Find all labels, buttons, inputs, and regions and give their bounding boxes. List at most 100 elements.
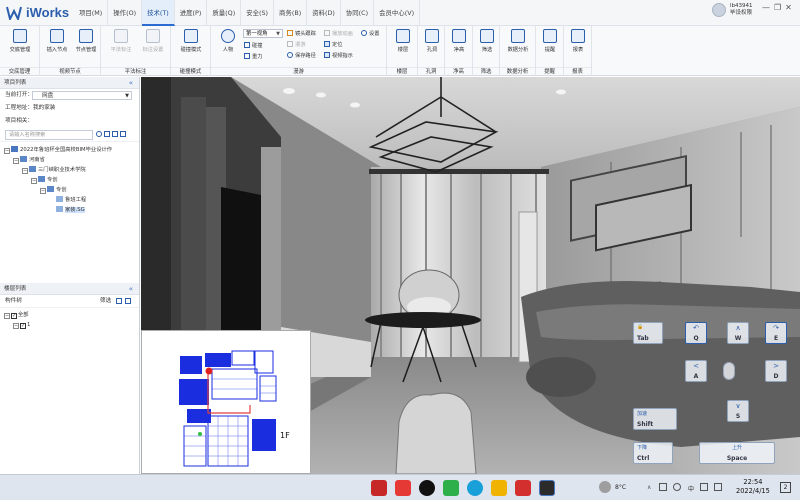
mini-map[interactable]: 1F [141,330,311,474]
folder-icon[interactable] [491,480,507,496]
tree-toggle-icon[interactable]: − [4,313,10,319]
locate-button[interactable]: 定位 [324,41,342,48]
video-indicator-button[interactable]: 视频指示 [324,52,353,59]
tree-toggle-icon[interactable]: − [31,178,37,184]
network-icon[interactable] [659,483,667,491]
plan-annotation-button[interactable]: 平法标注 [106,29,136,53]
a-key[interactable]: < A [685,360,707,382]
wps-icon[interactable] [395,480,411,496]
menu-tab-4[interactable]: 质量(Q) [207,0,242,26]
node-manage-button[interactable]: 节点管理 [71,29,101,53]
camera-track-button[interactable]: 镜头跟踪 [287,30,316,37]
save-path-button[interactable]: 保存路径 [287,52,316,59]
collision-checkbox[interactable]: 碰撞 [244,42,262,49]
avatar[interactable] [712,3,726,17]
expand-all-icon[interactable] [116,298,122,304]
project-search-input[interactable]: 请输入名称搜索 [5,130,93,140]
tree-node[interactable]: − 专创 [0,175,139,185]
menu-tab-5[interactable]: 安全(S) [241,0,275,26]
layer-filter-button[interactable]: 筛选 [100,295,111,308]
tree-toggle-icon[interactable]: − [13,323,19,329]
tree-toggle-icon[interactable]: − [40,188,46,194]
tree-node[interactable]: 家装.SG [0,205,139,215]
security-icon[interactable] [714,483,722,491]
tree-toggle-icon[interactable]: − [4,148,10,154]
space-key[interactable]: 上升 Space [699,442,775,464]
collapse-icon[interactable]: « [129,283,133,295]
collapse-all-icon[interactable] [120,131,126,137]
checkbox-icon[interactable]: ✓ [11,313,17,319]
tree-toggle-icon[interactable]: − [22,168,28,174]
volume-icon[interactable] [673,483,681,491]
tree-node[interactable]: − 2022年鲁班杯全国高校BIM毕业设计作 [0,145,139,155]
tree-node[interactable]: − 河南省 [0,155,139,165]
annotation-settings-button[interactable]: 标注设置 [138,29,168,53]
filter-button[interactable]: 筛选 [472,29,502,53]
qq-icon[interactable] [419,480,435,496]
tab-key[interactable]: 🔒 Tab [633,322,663,344]
roam-button[interactable]: 漫游 [287,41,305,48]
notification-badge[interactable]: 2 [780,482,791,493]
settings-icon[interactable] [104,131,110,137]
menu-tab-1[interactable]: 操作(O) [108,0,143,26]
d-key[interactable]: > D [765,360,787,382]
open-location-select[interactable]: 网盘 ▼ [32,91,132,100]
insert-node-button[interactable]: 插入节点 [42,29,72,53]
checkbox-icon[interactable]: ✓ [20,323,26,329]
collision-mode-button[interactable]: 碰撞模式 [176,29,206,53]
menu-tab-9[interactable]: 会员中心(V) [374,0,421,26]
folder-icon [11,146,18,152]
folder-icon [38,176,45,182]
ctrl-key[interactable]: 下降 Ctrl [633,442,673,464]
collapse-all-icon[interactable] [125,298,131,304]
chevron-up-icon[interactable]: ∧ [647,484,651,491]
weather-icon[interactable] [599,481,611,493]
collapse-icon[interactable]: « [129,77,133,89]
tree-toggle-icon[interactable]: − [13,158,19,164]
disclosure-manage-button[interactable]: 交底管理 [5,29,35,53]
tree-node[interactable]: 鲁班工程 [0,195,139,205]
refresh-icon[interactable] [96,131,102,137]
3d-viewport[interactable]: 1F 🔒 Tab ↶ Q ∧ W ↷ E < A > D 加速 Shift ∨ … [141,77,800,474]
menu-tab-7[interactable]: 资料(D) [307,0,341,26]
maximize-icon[interactable]: ❐ [774,3,781,12]
menu-tab-8[interactable]: 协同(C) [341,0,375,26]
view-select[interactable]: 第一视角 ▼ [243,29,283,38]
reminder-button[interactable]: 提醒 [535,29,565,53]
layer-node[interactable]: − ✓ 1 [0,320,139,330]
data-analysis-button[interactable]: 数据分析 [503,29,533,53]
user-box[interactable]: lb43941 毕设权限 [712,3,753,17]
clock[interactable]: 22:54 2022/4/15 [736,478,770,496]
report-button[interactable]: 报表 [563,29,593,53]
q-key[interactable]: ↶ Q [685,322,707,344]
tree-node[interactable]: − 三门峡职业技术学院 [0,165,139,175]
expand-all-icon[interactable] [112,131,118,137]
tree-node[interactable]: − 专创 [0,185,139,195]
play-animation-button[interactable]: 播放动画 [324,30,353,37]
w-key[interactable]: ∧ W [727,322,749,344]
input-method-icon[interactable] [700,483,708,491]
e-key[interactable]: ↷ E [765,322,787,344]
menu-tab-6[interactable]: 商务(B) [274,0,308,26]
menu-tab-3[interactable]: 进度(P) [175,0,208,26]
gravity-checkbox[interactable]: 重力 [244,53,262,60]
menu-tab-0[interactable]: 项目(M) [74,0,109,26]
autocad-icon[interactable] [371,480,387,496]
s-key[interactable]: ∨ S [727,400,749,422]
app-icon-a[interactable] [515,480,531,496]
iworks-taskbar-icon[interactable] [539,480,555,496]
hole-button[interactable]: 孔洞 [417,29,447,53]
person-roam-button[interactable]: 人物 [213,29,243,53]
layer-node[interactable]: − ✓ 全部 [0,310,139,320]
roam-settings-button[interactable]: 设置 [361,30,379,37]
minimize-icon[interactable]: — [762,3,770,12]
wechat-icon[interactable] [443,480,459,496]
floor-button[interactable]: 楼层 [388,29,418,53]
close-icon[interactable]: ✕ [785,3,792,12]
input-language[interactable]: 中 [688,484,694,493]
net-height-button[interactable]: 净高 [444,29,474,53]
clock-time: 22:54 [743,478,763,486]
edge-icon[interactable] [467,480,483,496]
menu-tab-2[interactable]: 技术(T) [142,0,175,26]
shift-key[interactable]: 加速 Shift [633,408,677,430]
